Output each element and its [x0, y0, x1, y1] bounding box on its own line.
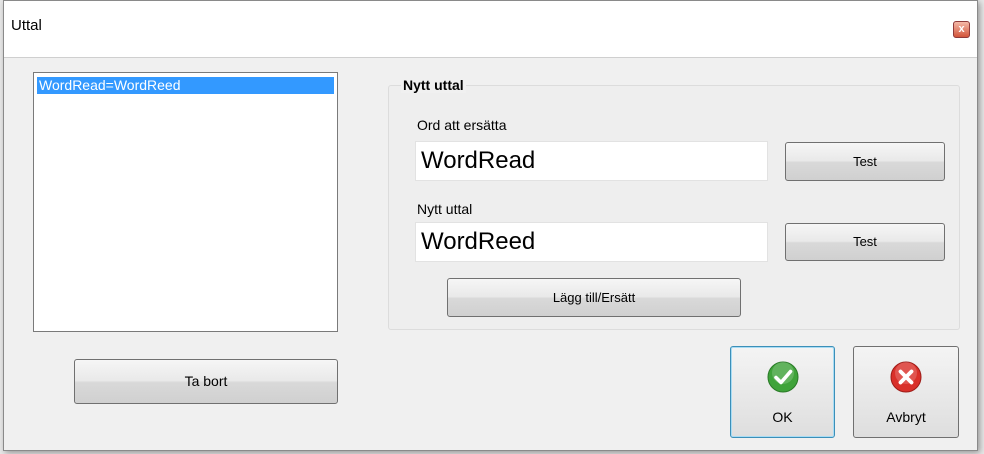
cancel-button[interactable]: Avbryt — [853, 346, 959, 438]
word-to-replace-field[interactable]: WordRead — [415, 141, 768, 181]
title-bar: Uttal x — [4, 1, 977, 58]
group-title: Nytt uttal — [401, 77, 466, 93]
cancel-x-icon — [890, 361, 922, 393]
test-pronunciation-button[interactable]: Test — [785, 223, 945, 261]
add-replace-button[interactable]: Lägg till/Ersätt — [447, 278, 741, 317]
test-word-button[interactable]: Test — [785, 142, 945, 181]
remove-button[interactable]: Ta bort — [74, 359, 338, 404]
pronunciation-list[interactable]: WordRead=WordReed — [33, 72, 338, 332]
new-pronunciation-label: Nytt uttal — [417, 201, 473, 217]
window-title: Uttal — [11, 17, 42, 34]
ok-label: OK — [772, 409, 793, 425]
close-button[interactable]: x — [953, 21, 970, 38]
ok-button[interactable]: OK — [730, 346, 835, 438]
list-item[interactable]: WordRead=WordReed — [37, 77, 334, 94]
new-pronunciation-field[interactable]: WordReed — [415, 222, 768, 262]
checkmark-icon — [767, 361, 799, 393]
word-to-replace-label: Ord att ersätta — [417, 117, 507, 133]
cancel-label: Avbryt — [886, 409, 926, 425]
close-icon: x — [958, 23, 965, 35]
